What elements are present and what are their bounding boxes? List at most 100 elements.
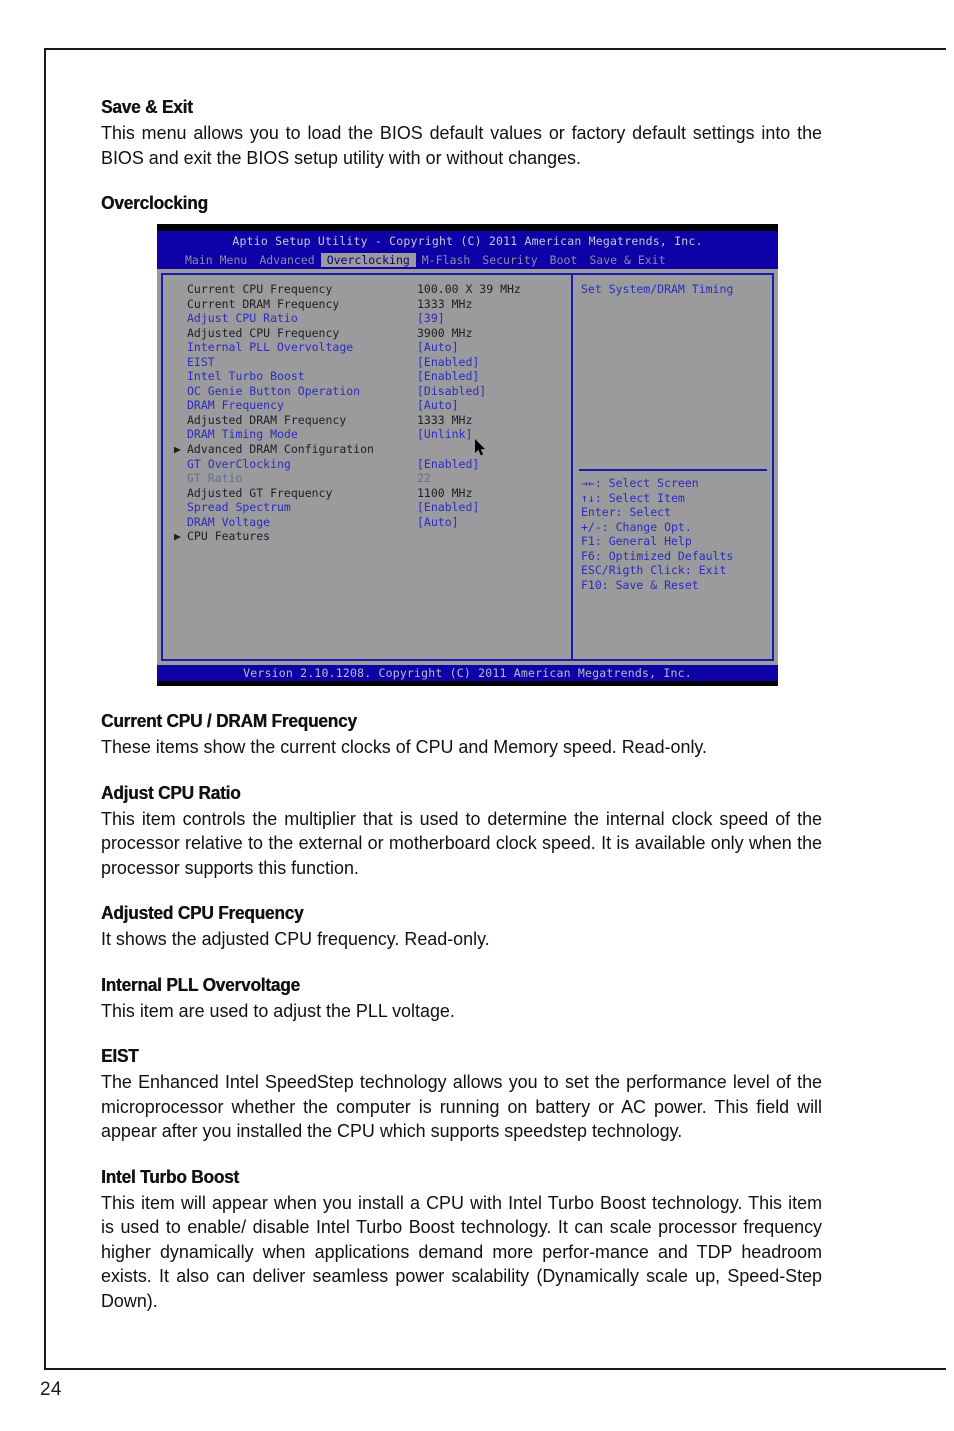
bios-key-hint: +/-: Change Opt.: [581, 519, 692, 534]
bios-setting-row[interactable]: EIST [Enabled]: [173, 355, 565, 370]
section-heading-overclocking: Overclocking: [101, 192, 208, 213]
bios-setting-value[interactable]: [Enabled]: [417, 369, 479, 384]
bios-menu-item-boot[interactable]: Boot: [544, 253, 584, 267]
bios-setting-label: CPU Features: [187, 529, 271, 544]
section-body-eist: The Enhanced Intel SpeedStep technology …: [101, 1072, 823, 1141]
bios-setting-row[interactable]: DRAM Voltage [Auto]: [173, 515, 565, 530]
bios-screenshot-figure: Aptio Setup Utility - Copyright (C) 2011…: [157, 224, 778, 686]
section-heading-internal-pll-overvoltage: Internal PLL Overvoltage: [101, 973, 300, 995]
bios-setting-row[interactable]: Adjust CPU Ratio [39]: [173, 311, 565, 326]
bios-setting-row[interactable]: Adjusted DRAM Frequency 1333 MHz: [173, 413, 565, 428]
bios-menu-item-m-flash[interactable]: M-Flash: [416, 253, 476, 267]
bios-key-legend: →←: Select Screen ↑↓: Select Item Enter:…: [581, 476, 771, 592]
bios-setting-value[interactable]: 22: [417, 471, 431, 486]
bios-help-text: Set System/DRAM Timing: [581, 282, 734, 296]
bios-setting-row[interactable]: Current DRAM Frequency 1333 MHz: [173, 297, 565, 312]
section-heading-adjust-cpu-ratio: Adjust CPU Ratio: [101, 781, 241, 803]
section-heading-intel-turbo-boost: Intel Turbo Boost: [101, 1165, 239, 1187]
bios-setting-value[interactable]: 1100 MHz: [417, 486, 472, 501]
bios-setting-row[interactable]: GT OverClocking [Enabled]: [173, 457, 565, 472]
page-frame-top-rule: [44, 48, 946, 50]
bios-setting-label: Current CPU Frequency: [187, 282, 333, 296]
bios-setting-value[interactable]: 3900 MHz: [417, 326, 472, 341]
bios-title-bar: Aptio Setup Utility - Copyright (C) 2011…: [157, 231, 778, 251]
section-body-current-cpu-dram-frequency: These items show the current clocks of C…: [101, 737, 708, 757]
bios-setting-value[interactable]: [39]: [417, 311, 445, 326]
section-body-intel-turbo-boost: This item will appear when you install a…: [101, 1192, 823, 1311]
bios-setting-value[interactable]: [Auto]: [417, 515, 459, 530]
submenu-arrow-icon: ▶: [174, 442, 181, 457]
bios-setting-row[interactable]: Intel Turbo Boost [Enabled]: [173, 369, 565, 384]
bios-setting-value[interactable]: 100.00 X 39 MHz: [417, 282, 521, 297]
bios-setting-row[interactable]: OC Genie Button Operation [Disabled]: [173, 384, 565, 399]
section-heading-adjusted-cpu-frequency: Adjusted CPU Frequency: [101, 902, 304, 923]
bios-setting-value[interactable]: [Enabled]: [417, 355, 479, 370]
bios-key-hint: Enter: Select: [581, 505, 672, 520]
bios-setting-label: GT Ratio: [187, 471, 243, 486]
bios-setting-row[interactable]: GT Ratio 22: [173, 471, 565, 486]
bios-setting-row[interactable]: Internal PLL Overvoltage [Auto]: [173, 340, 565, 355]
bios-keys-separator: [579, 469, 767, 471]
bios-menu-item-overclocking[interactable]: Overclocking: [320, 253, 416, 267]
section-heading-current-cpu-dram-frequency: Current CPU / DRAM Frequency: [101, 710, 357, 731]
bios-footer-bar: Version 2.10.1208. Copyright (C) 2011 Am…: [157, 665, 778, 681]
bios-key-hint: ESC/Rigth Click: Exit: [581, 563, 727, 578]
bios-setting-row[interactable]: Adjusted CPU Frequency 3900 MHz: [173, 326, 565, 341]
bios-setting-label: DRAM Voltage: [187, 514, 271, 529]
bios-setting-value[interactable]: [Auto]: [417, 398, 459, 413]
submenu-arrow-icon: ▶: [174, 529, 181, 544]
bios-setting-label: GT OverClocking: [187, 456, 291, 471]
bios-setting-label: Intel Turbo Boost: [187, 369, 305, 384]
bios-menu-item-main-menu[interactable]: Main Menu: [179, 253, 253, 267]
bios-bottom-strip: [157, 681, 778, 686]
section-body-adjusted-cpu-frequency: It shows the adjusted CPU frequency. Rea…: [101, 929, 490, 949]
bios-setting-value[interactable]: 1333 MHz: [417, 297, 472, 312]
bios-setting-value[interactable]: [Enabled]: [417, 500, 479, 515]
bios-menu-item-security[interactable]: Security: [476, 253, 543, 267]
document-content: Save & Exit This menu allows you to load…: [101, 96, 833, 1313]
bios-settings-list: Current CPU Frequency 100.00 X 39 MHz Cu…: [173, 282, 565, 544]
page-frame-bottom-rule: [44, 1368, 946, 1370]
bios-setting-label: DRAM Timing Mode: [187, 427, 298, 442]
bios-key-hint: F1: General Help: [581, 534, 692, 549]
bios-setting-label: EIST: [187, 354, 215, 369]
bios-setting-value[interactable]: [Disabled]: [417, 384, 486, 399]
bios-setting-label: OC Genie Button Operation: [187, 383, 361, 398]
bios-help-panel: Set System/DRAM Timing: [581, 282, 767, 297]
bios-setting-label: Adjusted DRAM Frequency: [187, 412, 347, 427]
bios-top-strip: [157, 224, 778, 231]
bios-setting-row[interactable]: Current CPU Frequency 100.00 X 39 MHz: [173, 282, 565, 297]
bios-setting-value[interactable]: 1333 MHz: [417, 413, 472, 428]
bios-setting-row[interactable]: DRAM Timing Mode [Unlink]: [173, 427, 565, 442]
bios-setting-row[interactable]: Adjusted GT Frequency 1100 MHz: [173, 486, 565, 501]
bios-setting-label: Internal PLL Overvoltage: [187, 340, 354, 355]
bios-setting-value[interactable]: [Enabled]: [417, 457, 479, 472]
section-heading-eist: EIST: [101, 1045, 139, 1066]
bios-setting-label: Spread Spectrum: [187, 500, 291, 515]
bios-menu-item-save-exit[interactable]: Save & Exit: [583, 253, 671, 267]
section-heading-save-exit: Save & Exit: [101, 96, 193, 117]
bios-setting-value[interactable]: [Unlink]: [417, 427, 472, 442]
page-frame-left-rule: [44, 48, 46, 1369]
page-number: 24: [40, 1379, 62, 1400]
bios-setting-label: Adjusted GT Frequency: [187, 485, 333, 500]
bios-key-hint: F6: Optimized Defaults: [581, 548, 734, 563]
bios-setting-value[interactable]: [Auto]: [417, 340, 459, 355]
section-body-save-exit: This menu allows you to load the BIOS de…: [101, 123, 823, 168]
bios-setting-label: Adjusted CPU Frequency: [187, 325, 340, 340]
bios-setting-label: Advanced DRAM Configuration: [187, 442, 374, 457]
bios-key-hint: →←: Select Screen: [581, 476, 699, 490]
bios-menu-item-advanced[interactable]: Advanced: [253, 253, 320, 267]
bios-setting-row[interactable]: DRAM Frequency [Auto]: [173, 398, 565, 413]
bios-menu-bar: Main Menu Advanced Overclocking M-Flash Secu…: [157, 251, 778, 269]
section-body-internal-pll-overvoltage: This item are used to adjust the PLL vol…: [101, 1000, 455, 1021]
bios-panel-divider: [571, 273, 573, 661]
bios-key-hint: F10: Save & Reset: [581, 577, 699, 592]
bios-key-hint: ↑↓: Select Item: [581, 490, 685, 505]
bios-setting-row[interactable]: ▶ Advanced DRAM Configuration: [173, 442, 565, 457]
mouse-cursor-icon: [475, 439, 485, 456]
bios-setting-label: Adjust CPU Ratio: [187, 311, 298, 326]
bios-setting-row[interactable]: Spread Spectrum [Enabled]: [173, 500, 565, 515]
bios-setting-row[interactable]: ▶ CPU Features: [173, 529, 565, 544]
section-body-adjust-cpu-ratio: This item controls the multiplier that i…: [101, 808, 823, 878]
